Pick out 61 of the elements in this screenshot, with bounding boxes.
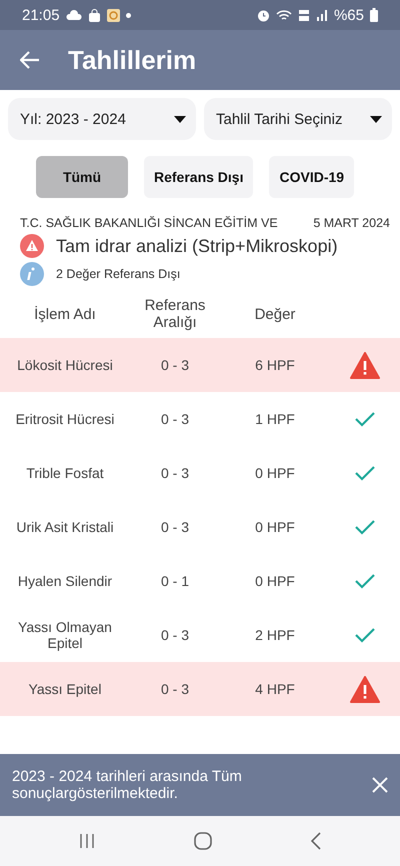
cloud-icon <box>66 10 82 20</box>
test-cell-text: Urik Asit Kristali <box>15 519 115 535</box>
wifi-icon <box>276 8 292 22</box>
value-cell-text: 1 HPF <box>254 411 296 427</box>
range-cell-text: 0 - 3 <box>160 681 190 697</box>
alarm-icon <box>256 8 270 22</box>
dropdown[interactable]: Yıl: 2023 - 2024 <box>8 98 196 140</box>
close-button[interactable] <box>372 777 388 793</box>
status-time: 21:05 <box>22 6 60 24</box>
screen-title: Tahlillerim <box>68 44 196 76</box>
value-cell-text: 6 HPF <box>254 357 296 373</box>
check-icon <box>355 519 375 535</box>
dropdown[interactable]: Tahlil Tarihi Seçiniz <box>204 98 392 140</box>
filter-button[interactable]: COVID-19 <box>269 156 354 198</box>
battery-percent: %65 <box>334 6 364 24</box>
range-cell-text: 0 - 3 <box>160 519 190 535</box>
summary-text: 2 Değer Referans Dışı <box>56 267 180 281</box>
snackbar-message: 2023 - 2024 tarihleri arasında Tüm sonuçlargösterilmektedir. <box>12 768 243 802</box>
dot-icon <box>126 12 131 18</box>
range-cell-text: 0 - 3 <box>160 411 190 427</box>
column-header: Referans Aralığı <box>144 297 206 331</box>
range-cell-text: 0 - 3 <box>160 357 190 373</box>
back-icon[interactable] <box>310 832 321 850</box>
warning-icon <box>350 352 380 378</box>
recent-apps-icon[interactable] <box>79 833 96 849</box>
value-cell-text: 2 HPF <box>254 627 296 643</box>
test-name: Tam idrar analizi (Strip+Mikroskopi) <box>56 236 338 256</box>
warning-icon <box>350 676 380 702</box>
test-cell-text: Yassı Epitel <box>28 681 102 697</box>
range-cell-text: 0 - 3 <box>160 465 190 481</box>
test-cell-text: Yassı Olmayan Epitel <box>17 619 113 651</box>
check-icon <box>355 465 375 481</box>
test-cell-text: Eritrosit Hücresi <box>14 411 116 427</box>
check-icon <box>355 627 375 643</box>
value-cell-text: 0 HPF <box>254 465 296 481</box>
filter-button[interactable]: Tümü <box>36 156 128 198</box>
caret-icon <box>370 116 382 122</box>
info-icon <box>20 262 44 286</box>
signal-icon <box>316 9 328 21</box>
caret-icon <box>174 116 186 122</box>
column-header: Değer <box>254 306 296 322</box>
test-cell-text: Hyalen Silendir <box>16 573 114 589</box>
bag-icon <box>88 8 101 22</box>
check-icon <box>355 411 375 427</box>
range-cell-text: 0 - 1 <box>160 573 190 589</box>
app-icon <box>106 8 120 22</box>
warning-icon <box>20 234 44 258</box>
test-cell-text: Trible Fosfat <box>25 465 105 481</box>
home-icon[interactable] <box>194 832 212 850</box>
value-cell-text: 0 HPF <box>254 519 296 535</box>
filter-button[interactable]: Referans Dışı <box>144 156 254 198</box>
value-cell-text: 0 HPF <box>254 573 296 589</box>
result-date: 5 MART 2024 <box>313 216 390 230</box>
battery-icon <box>370 8 378 22</box>
range-cell-text: 0 - 3 <box>160 627 190 643</box>
back-button[interactable] <box>20 51 40 69</box>
institution-name: T.C. SAĞLIK BAKANLIĞI SİNCAN EĞİTİM VE <box>20 216 278 230</box>
value-cell-text: 4 HPF <box>254 681 296 697</box>
test-cell-text: Lökosit Hücresi <box>16 357 114 373</box>
column-header: İşlem Adı <box>33 306 97 322</box>
check-icon <box>355 573 375 589</box>
